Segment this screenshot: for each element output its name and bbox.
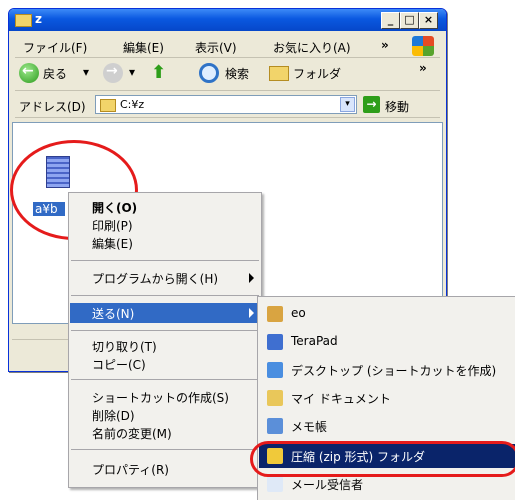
forward-arrow-icon[interactable] bbox=[103, 63, 123, 83]
sendto-desktop-label: デスクトップ (ショートカットを作成) bbox=[291, 364, 497, 378]
ctx-copy-label: コピー(C) bbox=[92, 358, 146, 372]
sendto-my-documents[interactable]: マイ ドキュメント bbox=[259, 386, 515, 410]
sendto-mail-recipient[interactable]: メール受信者 bbox=[259, 472, 515, 496]
menu-separator bbox=[71, 449, 259, 450]
file-name-label[interactable]: a¥b bbox=[33, 202, 65, 216]
address-value: C:¥z bbox=[120, 98, 145, 111]
ctx-delete-label: 削除(D) bbox=[92, 409, 135, 423]
address-bar: アドレス(D) C:¥z ▾ → 移動 bbox=[15, 93, 440, 118]
ctx-properties-label: プロパティ(R) bbox=[92, 463, 169, 477]
sendto-notepad[interactable]: メモ帳 bbox=[259, 414, 515, 438]
title-bar[interactable]: z _ □ × bbox=[9, 9, 446, 31]
folders-icon[interactable] bbox=[269, 66, 289, 81]
menu-separator bbox=[71, 330, 259, 331]
go-arrow-icon[interactable]: → bbox=[363, 96, 380, 113]
sendto-terapad-label: TeraPad bbox=[291, 334, 338, 348]
go-button-label[interactable]: 移動 bbox=[385, 98, 409, 115]
minimize-button[interactable]: _ bbox=[381, 12, 400, 29]
sendto-my-documents-label: マイ ドキュメント bbox=[291, 392, 391, 406]
maximize-button[interactable]: □ bbox=[400, 12, 419, 29]
menu-edit[interactable]: 編集(E) bbox=[123, 39, 164, 56]
folder-icon bbox=[100, 99, 116, 112]
ctx-send-to-label: 送る(N) bbox=[92, 307, 135, 321]
ctx-open-label: 開く(O) bbox=[92, 201, 138, 215]
ctx-delete[interactable]: 削除(D) bbox=[70, 405, 260, 425]
sendto-mail-recipient-label: メール受信者 bbox=[291, 478, 364, 492]
ctx-print-label: 印刷(P) bbox=[92, 219, 133, 233]
menu-separator bbox=[71, 260, 259, 261]
windows-logo-icon bbox=[412, 36, 434, 56]
back-button-label[interactable]: 戻る bbox=[43, 65, 67, 82]
context-menu: 開く(O) 印刷(P) 編集(E) プログラムから開く(H) 送る(N) 切り取… bbox=[68, 192, 262, 488]
notepad-icon bbox=[267, 418, 283, 434]
ctx-open-with-label: プログラムから開く(H) bbox=[92, 272, 219, 286]
document-file-icon[interactable] bbox=[46, 156, 70, 188]
ctx-edit[interactable]: 編集(E) bbox=[70, 233, 260, 253]
menu-more-chevron-icon[interactable]: » bbox=[381, 38, 389, 52]
ctx-open-with[interactable]: プログラムから開く(H) bbox=[70, 268, 260, 288]
sendto-terapad[interactable]: TeraPad bbox=[259, 330, 515, 354]
up-folder-icon[interactable]: ⬆ bbox=[151, 62, 171, 84]
ctx-send-to[interactable]: 送る(N) bbox=[70, 303, 260, 323]
submenu-arrow-icon bbox=[249, 273, 254, 283]
sendto-zip-folder-label: 圧縮 (zip 形式) フォルダ bbox=[291, 450, 426, 464]
standard-toolbar: 戻る ▾ ▾ ⬆ 検索 フォルダ » bbox=[15, 60, 440, 91]
menu-view[interactable]: 表示(V) bbox=[195, 39, 237, 56]
ctx-cut-label: 切り取り(T) bbox=[92, 340, 157, 354]
window-title: z bbox=[35, 12, 42, 26]
ctx-cut[interactable]: 切り取り(T) bbox=[70, 336, 260, 356]
menu-file[interactable]: ファイル(F) bbox=[23, 39, 87, 56]
ctx-copy[interactable]: コピー(C) bbox=[70, 354, 260, 374]
sendto-eo-label: eo bbox=[291, 306, 306, 320]
sendto-notepad-label: メモ帳 bbox=[291, 420, 328, 434]
menu-separator bbox=[71, 295, 259, 296]
send-to-submenu: eo TeraPad デスクトップ (ショートカットを作成) マイ ドキュメント… bbox=[257, 296, 515, 500]
ctx-edit-label: 編集(E) bbox=[92, 237, 133, 251]
eo-icon bbox=[267, 306, 283, 322]
address-dropdown-icon[interactable]: ▾ bbox=[340, 97, 355, 112]
folders-button-label[interactable]: フォルダ bbox=[293, 65, 341, 82]
ctx-open[interactable]: 開く(O) bbox=[70, 197, 260, 217]
ctx-properties[interactable]: プロパティ(R) bbox=[70, 459, 260, 479]
ctx-create-shortcut[interactable]: ショートカットの作成(S) bbox=[70, 387, 260, 407]
menu-favorites[interactable]: お気に入り(A) bbox=[273, 39, 351, 56]
sendto-desktop[interactable]: デスクトップ (ショートカットを作成) bbox=[259, 358, 515, 382]
folder-icon bbox=[15, 14, 32, 27]
ctx-print[interactable]: 印刷(P) bbox=[70, 215, 260, 235]
back-dropdown-icon[interactable]: ▾ bbox=[83, 65, 89, 79]
terapad-icon bbox=[267, 334, 283, 350]
ctx-rename-label: 名前の変更(M) bbox=[92, 427, 172, 441]
back-arrow-icon[interactable] bbox=[19, 63, 39, 83]
search-icon[interactable] bbox=[199, 63, 219, 83]
menu-bar: ファイル(F) 編集(E) 表示(V) お気に入り(A) » bbox=[15, 35, 440, 58]
submenu-arrow-icon bbox=[249, 308, 254, 318]
my-documents-icon bbox=[267, 390, 283, 406]
search-button-label[interactable]: 検索 bbox=[225, 65, 249, 82]
address-input[interactable]: C:¥z ▾ bbox=[95, 95, 357, 114]
desktop-icon bbox=[267, 362, 283, 378]
sendto-eo[interactable]: eo bbox=[259, 302, 515, 326]
menu-separator bbox=[71, 379, 259, 380]
toolbar-more-chevron-icon[interactable]: » bbox=[419, 61, 427, 75]
mail-icon bbox=[267, 476, 283, 492]
ctx-create-shortcut-label: ショートカットの作成(S) bbox=[92, 391, 229, 405]
close-button[interactable]: × bbox=[419, 12, 438, 29]
ctx-rename[interactable]: 名前の変更(M) bbox=[70, 423, 260, 443]
sendto-zip-folder[interactable]: 圧縮 (zip 形式) フォルダ bbox=[259, 444, 515, 468]
address-label: アドレス(D) bbox=[19, 100, 86, 114]
forward-dropdown-icon[interactable]: ▾ bbox=[129, 65, 135, 79]
zip-folder-icon bbox=[267, 448, 283, 464]
